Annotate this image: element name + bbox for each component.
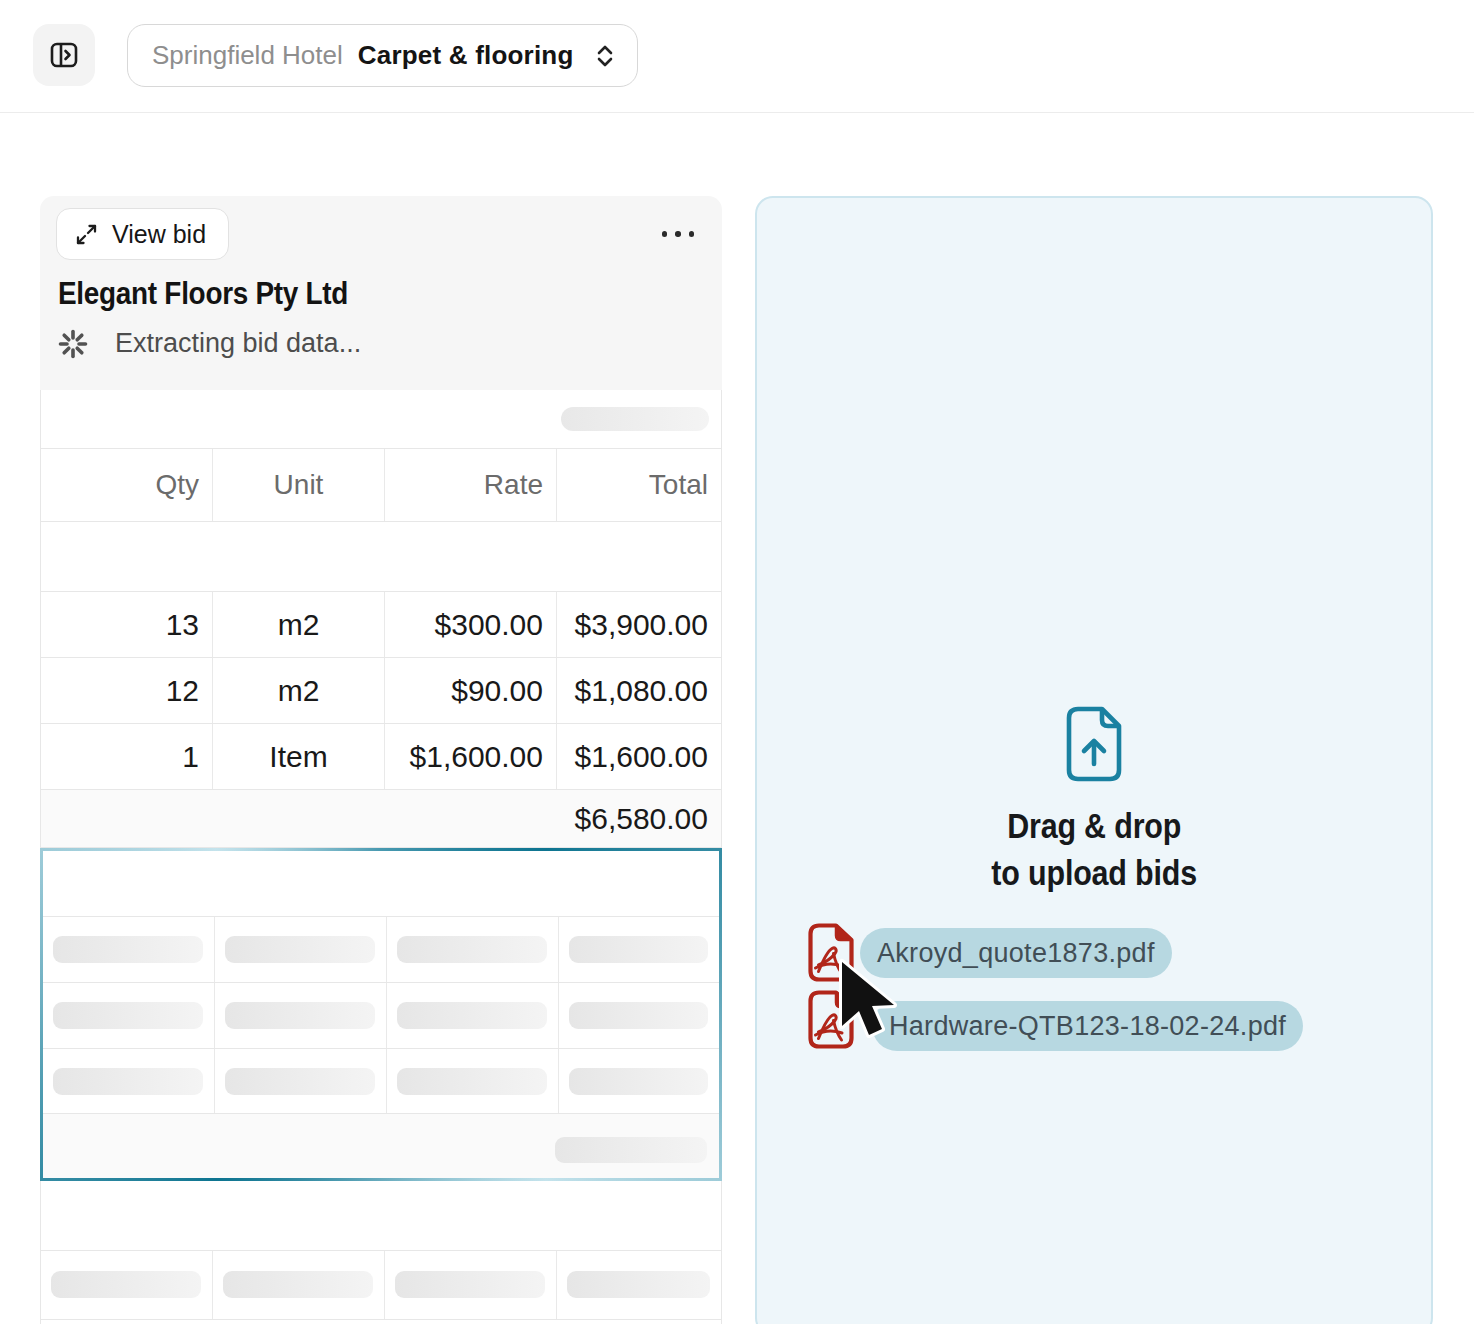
empty-row [41, 522, 721, 592]
empty-row [43, 851, 719, 917]
project-selector[interactable]: Springfield Hotel Carpet & flooring [127, 24, 638, 87]
spinner-icon [58, 329, 88, 359]
table-row[interactable]: 12 m2 $90.00 $1,080.00 [41, 658, 721, 724]
page: Springfield Hotel Carpet & flooring View… [0, 0, 1474, 1324]
skeleton-row [43, 1049, 719, 1114]
empty-row [41, 1181, 721, 1251]
extracting-highlight-section [40, 848, 722, 1181]
table-header-row: Qty Unit Rate Total [41, 449, 721, 522]
cell-total: $1,080.00 [557, 658, 721, 723]
cell-total: $3,900.00 [557, 592, 721, 657]
subtotal-value: $6,580.00 [557, 790, 721, 847]
skeleton-row [43, 917, 719, 983]
col-rate: Rate [385, 449, 557, 521]
table-row[interactable]: 13 m2 $300.00 $3,900.00 [41, 592, 721, 658]
vendor-name: Elegant Floors Pty Ltd [58, 276, 641, 312]
cell-rate: $300.00 [385, 592, 557, 657]
subtotal-row: $6,580.00 [41, 790, 721, 848]
view-bid-button[interactable]: View bid [56, 208, 229, 260]
cell-unit: m2 [213, 592, 385, 657]
project-name: Springfield Hotel [152, 40, 343, 71]
expand-icon [73, 221, 100, 248]
view-bid-label: View bid [112, 220, 206, 249]
skeleton-band [41, 390, 721, 449]
cell-qty: 12 [41, 658, 213, 723]
cell-rate: $1,600.00 [385, 724, 557, 789]
cell-rate: $90.00 [385, 658, 557, 723]
cell-qty: 1 [41, 724, 213, 789]
col-unit: Unit [213, 449, 385, 521]
table-row[interactable]: 1 Item $1,600.00 $1,600.00 [41, 724, 721, 790]
skeleton-subtotal-row [43, 1114, 719, 1178]
file-name: Akroyd_quote1873.pdf [877, 938, 1155, 969]
file-chip[interactable]: Akroyd_quote1873.pdf [860, 928, 1172, 978]
mouse-cursor [836, 958, 898, 1046]
bid-card: View bid Elegant Floors Pty Ltd [40, 196, 722, 1324]
file-chip[interactable]: Hardware-QTB123-18-02-24.pdf [872, 1001, 1303, 1051]
sidebar-panel-icon [48, 39, 80, 71]
top-bar: Springfield Hotel Carpet & flooring [0, 0, 1474, 113]
bid-card-header: View bid Elegant Floors Pty Ltd [40, 196, 722, 390]
chevron-up-down-icon [593, 42, 617, 70]
col-total: Total [557, 449, 721, 521]
more-menu-icon[interactable] [662, 224, 695, 244]
category-name: Carpet & flooring [358, 40, 574, 71]
upload-file-icon [1065, 706, 1123, 782]
sidebar-toggle-button[interactable] [33, 24, 95, 86]
extracting-status: Extracting bid data... [58, 328, 706, 359]
file-name: Hardware-QTB123-18-02-24.pdf [889, 1011, 1286, 1042]
cell-unit: m2 [213, 658, 385, 723]
upload-dropzone[interactable]: Drag & drop to upload bids [755, 196, 1433, 1324]
cell-qty: 13 [41, 592, 213, 657]
cell-total: $1,600.00 [557, 724, 721, 789]
dropzone-title-line1: Drag & drop [991, 802, 1197, 849]
skeleton-row [41, 1251, 721, 1320]
skeleton-pill [561, 407, 709, 431]
skeleton-row [43, 983, 719, 1049]
dropzone-title-line2: to upload bids [991, 849, 1197, 896]
status-text: Extracting bid data... [115, 328, 361, 359]
skeleton-bar [555, 1137, 707, 1163]
col-qty: Qty [41, 449, 213, 521]
cell-unit: Item [213, 724, 385, 789]
bid-table: Qty Unit Rate Total 13 m2 $300.00 $3,900… [40, 390, 722, 1324]
partial-row [41, 1320, 721, 1324]
